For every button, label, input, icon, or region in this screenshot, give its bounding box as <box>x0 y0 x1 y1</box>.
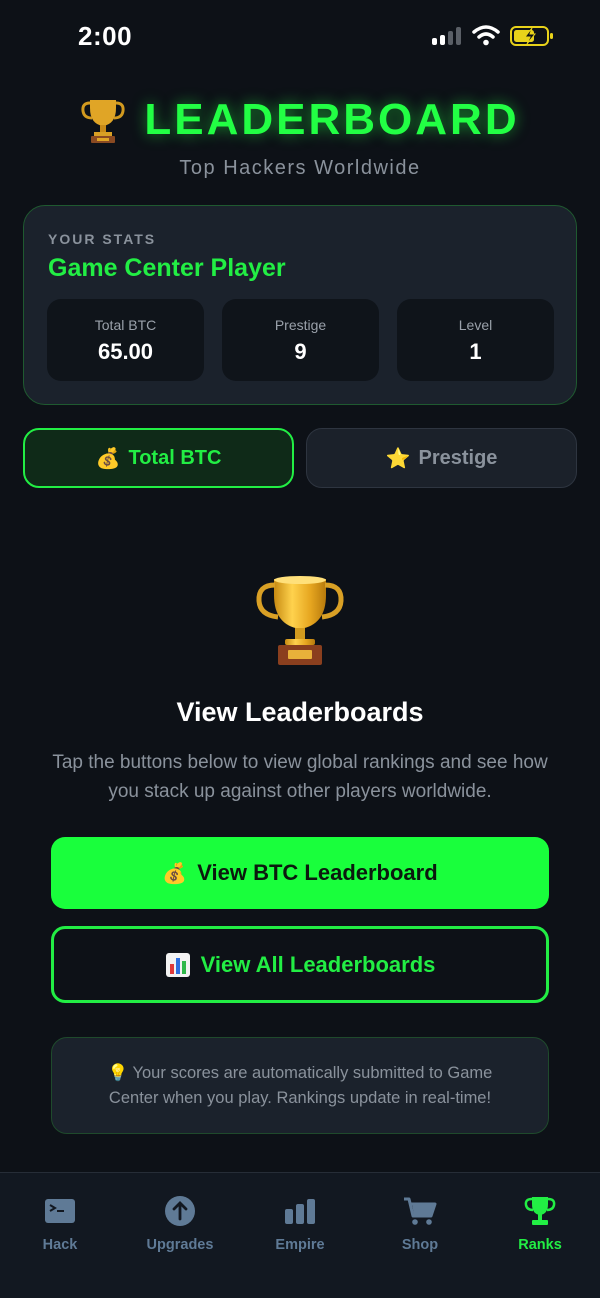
stat-value: 65.00 <box>97 339 154 364</box>
tabbar-label: Hack <box>42 1237 78 1253</box>
trophy-icon <box>256 576 344 665</box>
view-all-leaderboards-button[interactable]: View All Leaderboards <box>51 926 549 1003</box>
stats-label: YOUR STATS <box>48 231 157 247</box>
tab-label: Total BTC <box>128 446 222 469</box>
tab-label: Prestige <box>418 446 498 469</box>
view-leaderboards-description: Tap the buttons below to view global ran… <box>52 752 548 802</box>
cart-icon <box>404 1197 437 1225</box>
stat-level: Level 1 <box>397 299 554 381</box>
star-icon: ⭐ <box>385 447 411 470</box>
your-stats-card: YOUR STATS Game Center Player Total BTC … <box>23 205 577 405</box>
info-box: 💡 Your scores are automatically submitte… <box>51 1037 549 1134</box>
battery-icon <box>510 26 553 46</box>
stat-value: 1 <box>469 339 482 364</box>
tabbar-item-empire[interactable]: Empire <box>240 1195 360 1253</box>
wifi-icon <box>472 25 500 46</box>
cellular-signal-icon <box>432 27 464 45</box>
money-bag-icon: 💰 <box>95 447 121 470</box>
terminal-icon <box>45 1199 75 1223</box>
tabbar-item-shop[interactable]: Shop <box>360 1195 480 1253</box>
arrow-up-circle-icon <box>165 1196 195 1226</box>
info-text: Your scores are automatically submitted … <box>108 1063 493 1107</box>
header: LEADERBOARD Top Hackers Worldwide <box>0 95 600 180</box>
tabbar-item-hack[interactable]: Hack <box>0 1195 120 1253</box>
money-bag-icon: 💰 <box>162 862 188 885</box>
player-name: Game Center Player <box>48 254 286 282</box>
view-leaderboards-title: View Leaderboards <box>176 697 424 727</box>
lightbulb-icon: 💡 <box>107 1063 129 1082</box>
stat-label: Prestige <box>274 317 327 333</box>
tab-prestige[interactable]: ⭐ Prestige <box>306 428 577 488</box>
status-bar: 2:00 <box>0 0 600 72</box>
tab-bar: Hack Upgrades Empire Shop Ranks <box>0 1172 600 1298</box>
page-subtitle: Top Hackers Worldwide <box>179 157 421 179</box>
stat-label: Level <box>458 317 493 333</box>
tab-total-btc[interactable]: 💰 Total BTC <box>23 428 294 488</box>
bar-chart-icon <box>165 952 190 977</box>
stat-total-btc: Total BTC 65.00 <box>47 299 204 381</box>
bar-chart-icon <box>285 1199 315 1224</box>
status-time: 2:00 <box>78 21 133 51</box>
trophy-icon <box>524 1197 556 1225</box>
tabbar-label: Ranks <box>518 1237 562 1253</box>
tabbar-item-ranks[interactable]: Ranks <box>480 1195 600 1253</box>
stat-prestige: Prestige 9 <box>222 299 379 381</box>
tabbar-label: Shop <box>401 1237 439 1253</box>
stat-value: 9 <box>294 339 307 364</box>
stat-label: Total BTC <box>94 317 157 333</box>
view-btc-leaderboard-button[interactable]: 💰 View BTC Leaderboard <box>51 837 549 909</box>
button-label: View All Leaderboards <box>200 951 436 977</box>
tabbar-item-upgrades[interactable]: Upgrades <box>120 1195 240 1253</box>
trophy-icon <box>81 100 125 143</box>
page-title: LEADERBOARD <box>144 95 520 144</box>
tabbar-label: Empire <box>275 1237 325 1253</box>
tabbar-label: Upgrades <box>146 1237 214 1253</box>
button-label: View BTC Leaderboard <box>197 860 438 885</box>
